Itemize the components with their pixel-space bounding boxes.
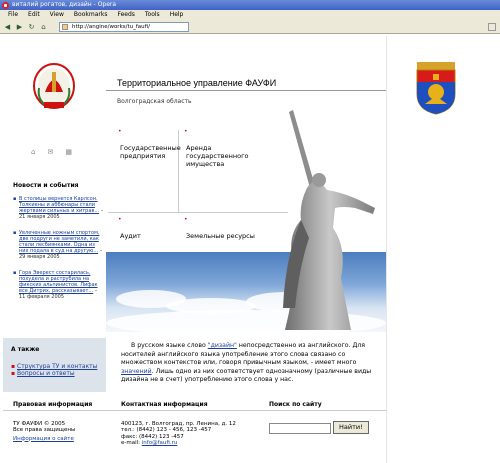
menu-feeds[interactable]: Feeds — [112, 10, 139, 20]
sitemap-icon[interactable]: ▦ — [65, 148, 72, 156]
meanings-link[interactable]: значений — [121, 368, 152, 375]
search-input[interactable] — [269, 422, 331, 434]
news-heading: Новости и события — [13, 182, 79, 189]
footer-contacts: Контактная информация 400123, г. Волгогр… — [121, 401, 236, 447]
bullet-icon: • — [184, 128, 188, 135]
design-link[interactable]: "дизайн" — [208, 342, 237, 349]
menu-bar: File Edit View Bookmarks Feeds Tools Hel… — [0, 10, 500, 20]
page-title: Территориальное управление ФАУФИ — [117, 78, 277, 88]
site-info-link[interactable]: Информация о сайте — [13, 436, 74, 442]
volgograd-crest — [416, 62, 456, 115]
page: Территориальное управление ФАУФИ Волгогр… — [3, 36, 497, 463]
intro-part: В русском языке слово — [131, 342, 208, 349]
bullet-icon: • — [118, 128, 122, 135]
search-heading: Поиск по сайту — [269, 401, 322, 408]
news-item: Гора Эверест состарилась, похудела и рас… — [13, 270, 105, 300]
mail-icon[interactable]: ✉ — [47, 148, 53, 156]
address-bar[interactable]: http://angine/works/tu_faufi/ — [59, 21, 189, 32]
column-divider — [386, 36, 387, 463]
bullet-icon: • — [184, 216, 188, 223]
news-item: Увлеченные ножным спортом, две подруги н… — [13, 230, 105, 260]
browser-toolbar: ◀ ▶ ↻ ⌂ http://angine/works/tu_faufi/ — [0, 20, 500, 34]
reload-icon[interactable]: ↻ — [27, 22, 36, 31]
address-text: http://angine/works/tu_faufi/ — [72, 23, 150, 30]
intro-text: В русском языке слово "дизайн" непосредс… — [121, 342, 381, 385]
header-divider — [106, 90, 386, 91]
email-link[interactable]: info@faufi.ru — [142, 440, 178, 446]
utility-icons: ⌂ ✉ ▦ — [31, 148, 72, 156]
email-label: e-mail: — [121, 440, 142, 446]
back-icon[interactable]: ◀ — [3, 22, 12, 31]
search-button[interactable]: Найти! — [333, 420, 369, 434]
menu-item-label: Земельные ресурсы — [186, 232, 255, 240]
opera-icon — [2, 2, 9, 9]
forward-icon[interactable]: ▶ — [15, 22, 24, 31]
news-link[interactable]: Гора Эверест состарилась, похудела и рас… — [19, 270, 98, 294]
window-titlebar: виталий рогатов, дизайн - Opera — [0, 0, 500, 10]
home-icon[interactable]: ⌂ — [31, 148, 35, 156]
news-item: В столицы вернется Карлсон. Толкиены и а… — [13, 196, 105, 220]
menu-file[interactable]: File — [3, 10, 23, 20]
menu-item-label: Аренда государственного имущества — [186, 144, 249, 168]
legal-heading: Правовая информация — [13, 401, 93, 408]
faq-link[interactable]: Вопросы и ответы — [11, 370, 98, 377]
home-icon[interactable]: ⌂ — [39, 22, 48, 31]
page-icon — [62, 23, 68, 30]
menu-tools[interactable]: Tools — [140, 10, 165, 20]
rights: Все права защищены — [13, 427, 76, 433]
news-link[interactable]: Увлеченные ножным спортом, две подруги н… — [19, 230, 99, 254]
motherland-statue-image — [283, 110, 375, 330]
email-line: e-mail: info@faufi.ru — [121, 440, 236, 447]
footer-legal: Правовая информация ТУ ФАУФИ © 2005 Все … — [13, 401, 93, 442]
page-subtitle: Волгоградская область — [117, 98, 192, 105]
news-link[interactable]: В столицы вернется Карлсон. Толкиены и а… — [19, 196, 99, 214]
contacts-heading: Контактная информация — [121, 401, 208, 408]
window-title: виталий рогатов, дизайн - Opera — [12, 1, 117, 8]
menu-bookmarks[interactable]: Bookmarks — [69, 10, 113, 20]
toolbar-button[interactable] — [488, 22, 496, 31]
also-heading: А также — [11, 346, 40, 353]
bullet-icon: • — [118, 216, 122, 223]
footer-search: Поиск по сайту Найти! — [269, 401, 369, 434]
news-list: В столицы вернется Карлсон. Толкиены и а… — [13, 196, 105, 310]
menu-view[interactable]: View — [45, 10, 69, 20]
intro-part: . Лишь одно из них соответствует однозна… — [121, 367, 372, 384]
menu-help[interactable]: Help — [165, 10, 189, 20]
structure-link[interactable]: Структура ТУ и контакты — [11, 363, 98, 370]
menu-edit[interactable]: Edit — [23, 10, 45, 20]
also-box: А также Структура ТУ и контакты Вопросы … — [3, 338, 106, 392]
faufi-logo[interactable] — [31, 62, 77, 114]
